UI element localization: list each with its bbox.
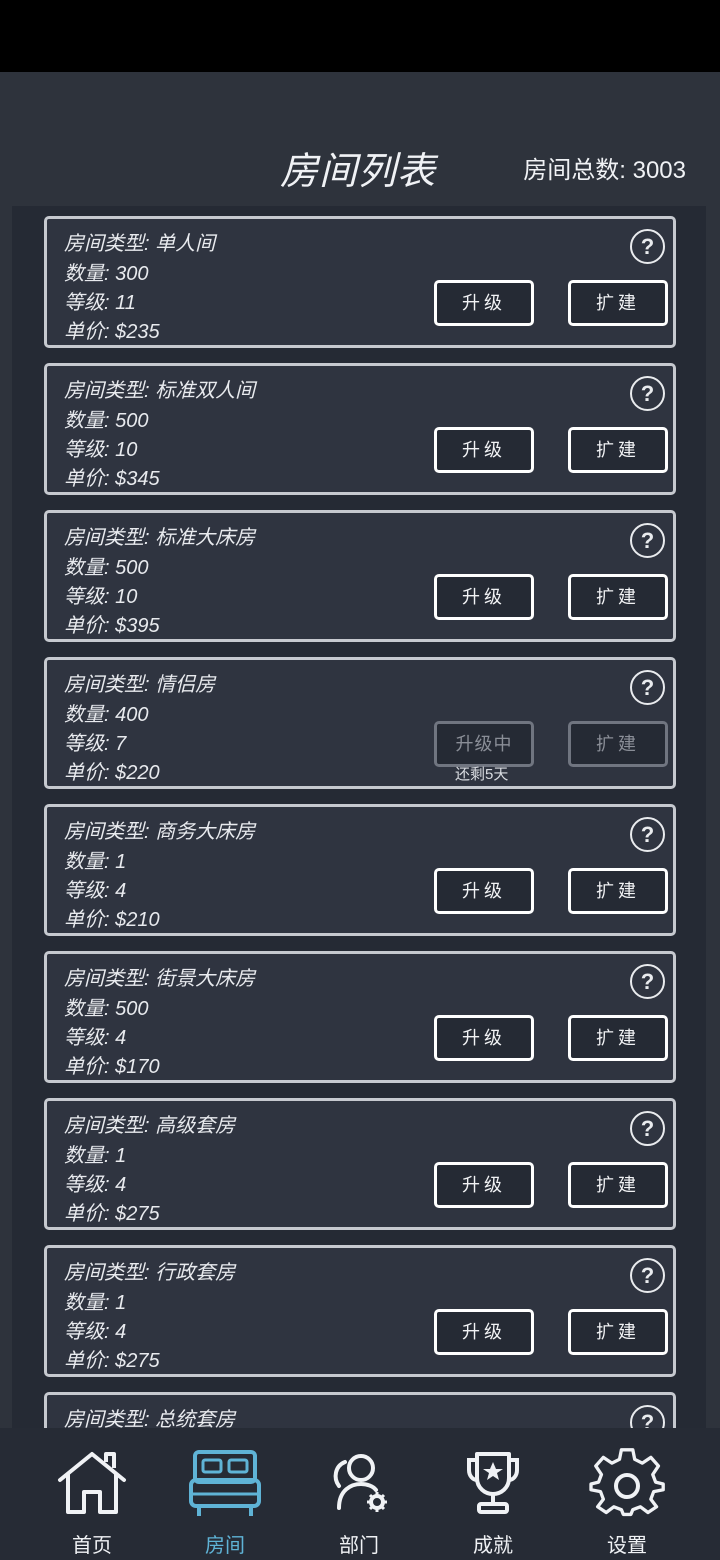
help-icon[interactable]: ? <box>630 964 665 999</box>
room-type: 房间类型: 街景大床房 <box>64 968 256 990</box>
room-count: 数量: 500 <box>64 998 149 1020</box>
room-card: 房间类型: 街景大床房 数量: 500 等级: 4 单价: $170 ? 升级 … <box>44 951 676 1083</box>
trophy-icon <box>467 1452 519 1514</box>
nav-label: 部门 <box>339 1535 379 1557</box>
room-total-count: 房间总数: 3003 <box>523 157 686 184</box>
room-type: 房间类型: 商务大床房 <box>64 821 256 843</box>
upgrading-button: 升级中 <box>434 721 534 767</box>
expand-button[interactable]: 扩建 <box>568 427 668 473</box>
room-level: 等级: 4 <box>64 880 127 902</box>
room-level: 等级: 10 <box>64 586 138 608</box>
nav-home[interactable]: 首页 <box>47 1438 137 1557</box>
page-title: 房间列表 <box>280 149 437 193</box>
expand-button[interactable]: 扩建 <box>568 1309 668 1355</box>
nav-department[interactable]: 部门 <box>314 1438 404 1557</box>
upgrade-button[interactable]: 升级 <box>434 280 534 326</box>
nav-rooms[interactable]: 房间 <box>180 1438 270 1557</box>
room-count: 数量: 500 <box>64 557 149 579</box>
help-icon[interactable]: ? <box>630 523 665 558</box>
upgrade-button[interactable]: 升级 <box>434 1309 534 1355</box>
room-list[interactable]: 房间类型: 单人间 数量: 300 等级: 11 单价: $235 ? 升级 扩… <box>12 206 706 1428</box>
nav-label: 首页 <box>72 1535 112 1557</box>
room-card: 房间类型: 总统套房 ? <box>44 1392 676 1428</box>
room-price: 单价: $170 <box>64 1056 160 1078</box>
help-icon[interactable]: ? <box>630 670 665 705</box>
room-price: 单价: $275 <box>64 1203 160 1225</box>
expand-button[interactable]: 扩建 <box>568 1015 668 1061</box>
room-count: 数量: 500 <box>64 410 149 432</box>
room-type: 房间类型: 情侣房 <box>64 674 216 696</box>
room-card: 房间类型: 商务大床房 数量: 1 等级: 4 单价: $210 ? 升级 扩建 <box>44 804 676 936</box>
room-type: 房间类型: 标准双人间 <box>64 380 256 402</box>
expand-button: 扩建 <box>568 721 668 767</box>
upgrade-button[interactable]: 升级 <box>434 574 534 620</box>
nav-label: 成就 <box>473 1535 513 1557</box>
room-price: 单价: $220 <box>64 762 160 784</box>
home-icon <box>58 1452 126 1514</box>
room-level: 等级: 4 <box>64 1027 127 1049</box>
help-icon[interactable]: ? <box>630 1111 665 1146</box>
room-level: 等级: 7 <box>64 733 127 755</box>
room-card: 房间类型: 单人间 数量: 300 等级: 11 单价: $235 ? 升级 扩… <box>44 216 676 348</box>
help-icon[interactable]: ? <box>630 1405 665 1428</box>
room-level: 等级: 11 <box>64 292 136 314</box>
room-price: 单价: $275 <box>64 1350 160 1372</box>
room-card: 房间类型: 标准大床房 数量: 500 等级: 10 单价: $395 ? 升级… <box>44 510 676 642</box>
room-count: 数量: 1 <box>64 1292 127 1314</box>
nav-label: 设置 <box>607 1535 647 1557</box>
nav-achievements[interactable]: 成就 <box>448 1438 538 1557</box>
expand-button[interactable]: 扩建 <box>568 280 668 326</box>
status-bar <box>0 0 720 72</box>
room-price: 单价: $345 <box>64 468 160 490</box>
remaining-days: 还剩5天 <box>455 766 509 783</box>
room-count: 数量: 1 <box>64 1145 127 1167</box>
room-price: 单价: $210 <box>64 909 160 931</box>
room-type: 房间类型: 单人间 <box>64 233 216 255</box>
help-icon[interactable]: ? <box>630 376 665 411</box>
room-type: 房间类型: 高级套房 <box>64 1115 236 1137</box>
room-card: 房间类型: 情侣房 数量: 400 等级: 7 单价: $220 ? 升级中 扩… <box>44 657 676 789</box>
nav-label: 房间 <box>205 1535 245 1557</box>
help-icon[interactable]: ? <box>630 817 665 852</box>
room-price: 单价: $395 <box>64 615 160 637</box>
help-icon[interactable]: ? <box>630 1258 665 1293</box>
room-card: 房间类型: 行政套房 数量: 1 等级: 4 单价: $275 ? 升级 扩建 <box>44 1245 676 1377</box>
expand-button[interactable]: 扩建 <box>568 574 668 620</box>
room-price: 单价: $235 <box>64 321 160 343</box>
room-count: 数量: 1 <box>64 851 127 873</box>
expand-button[interactable]: 扩建 <box>568 868 668 914</box>
help-icon[interactable]: ? <box>630 229 665 264</box>
room-card: 房间类型: 高级套房 数量: 1 等级: 4 单价: $275 ? 升级 扩建 <box>44 1098 676 1230</box>
room-level: 等级: 4 <box>64 1174 127 1196</box>
room-count: 数量: 300 <box>64 263 149 285</box>
upgrade-button[interactable]: 升级 <box>434 1015 534 1061</box>
bed-icon <box>189 1450 261 1516</box>
room-level: 等级: 4 <box>64 1321 127 1343</box>
room-count: 数量: 400 <box>64 704 149 726</box>
upgrade-button[interactable]: 升级 <box>434 427 534 473</box>
room-card: 房间类型: 标准双人间 数量: 500 等级: 10 单价: $345 ? 升级… <box>44 363 676 495</box>
department-icon <box>333 1454 387 1512</box>
upgrade-button[interactable]: 升级 <box>434 868 534 914</box>
gear-icon <box>589 1448 665 1517</box>
room-type: 房间类型: 总统套房 <box>64 1409 236 1428</box>
room-level: 等级: 10 <box>64 439 138 461</box>
bottom-nav: 首页 房间 部门 成就 设置 <box>0 1428 720 1560</box>
expand-button[interactable]: 扩建 <box>568 1162 668 1208</box>
room-type: 房间类型: 标准大床房 <box>64 527 256 549</box>
nav-settings[interactable]: 设置 <box>582 1438 672 1557</box>
upgrade-button[interactable]: 升级 <box>434 1162 534 1208</box>
room-type: 房间类型: 行政套房 <box>64 1262 236 1284</box>
